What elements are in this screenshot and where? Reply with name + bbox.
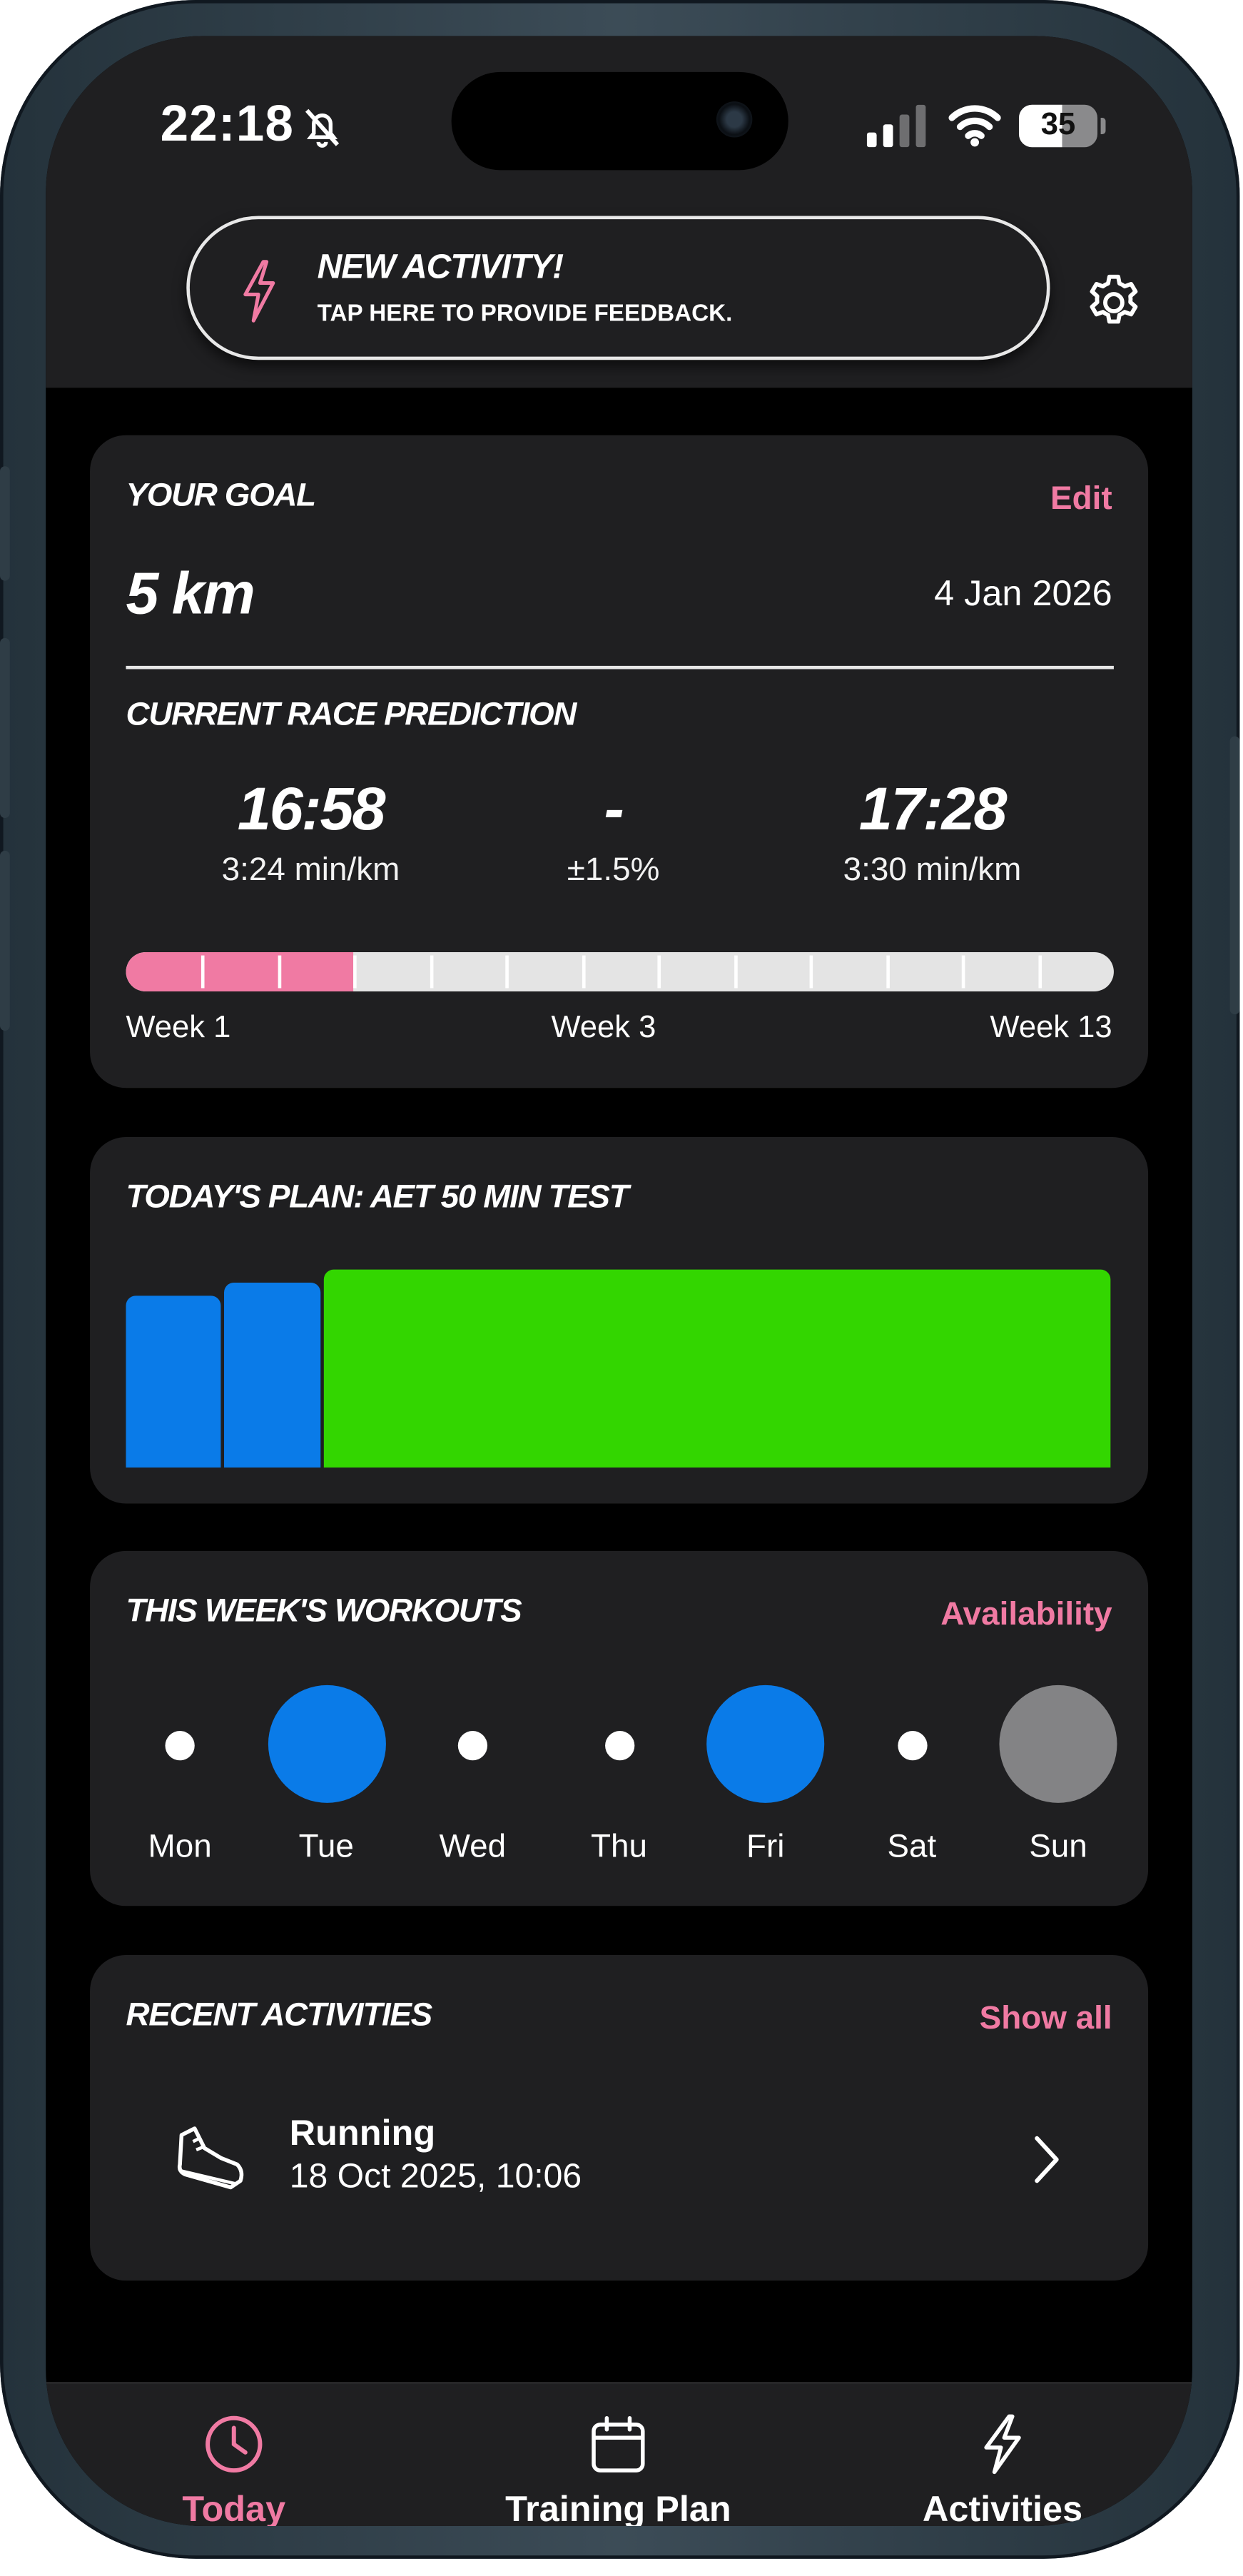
todays-plan-title: TODAY'S PLAN: AET 50 MIN TEST — [126, 1179, 629, 1216]
day-tue[interactable]: Tue — [261, 1679, 392, 1875]
day-label: Mon — [148, 1829, 212, 1865]
day-sun[interactable]: Sun — [993, 1679, 1123, 1875]
predicted-worst-time: 17:28 — [858, 775, 1008, 843]
activity-date: 18 Oct 2025, 10:06 — [289, 2158, 582, 2196]
day-sat[interactable]: Sat — [846, 1679, 977, 1875]
bolt-icon — [243, 260, 275, 323]
activity-name: Running — [289, 2112, 436, 2153]
bolt-icon — [984, 2414, 1021, 2475]
battery-indicator: 35 — [1018, 104, 1097, 148]
header-area: 22:18 35 NEW ACTIVITY! TAP HERE TO PROVI… — [46, 36, 1192, 388]
rest-day-dot — [457, 1731, 488, 1761]
availability-link[interactable]: Availability — [940, 1597, 1112, 1635]
day-fri[interactable]: Fri — [700, 1679, 831, 1875]
show-all-link[interactable]: Show all — [980, 2001, 1112, 2039]
predicted-worst-pace: 3:30 min/km — [843, 852, 1022, 889]
side-button — [0, 466, 10, 581]
dynamic-island — [451, 71, 788, 171]
workout-circle — [999, 1684, 1117, 1803]
rest-day-dot — [604, 1731, 634, 1761]
chevron-right-icon — [1035, 2136, 1059, 2183]
phone-screen: 22:18 35 NEW ACTIVITY! TAP HERE TO PROVI… — [46, 36, 1192, 2527]
day-thu[interactable]: Thu — [554, 1679, 684, 1875]
day-label: Thu — [591, 1829, 648, 1865]
day-label: Sat — [887, 1829, 937, 1865]
plan-segment-bar — [323, 1269, 1111, 1468]
plan-segment-bar — [126, 1295, 222, 1468]
prediction-separator: - — [604, 775, 624, 843]
divider — [126, 665, 1114, 670]
clock-icon — [206, 2415, 263, 2473]
cellular-signal-icon — [866, 104, 926, 148]
predicted-best-pace: 3:24 min/km — [221, 852, 400, 889]
side-button — [0, 637, 10, 819]
recent-activities-title: RECENT ACTIVITIES — [126, 1997, 432, 2034]
progress-tick — [353, 955, 357, 989]
prediction-title: CURRENT RACE PREDICTION — [126, 697, 577, 733]
plan-progress-fill — [126, 952, 353, 992]
status-time: 22:18 — [160, 94, 295, 153]
tab-label-training-plan: Training Plan — [505, 2488, 731, 2527]
progress-tick — [201, 955, 206, 989]
progress-tick — [734, 955, 738, 989]
progress-tick — [582, 955, 586, 989]
bottom-tab-bar: Today Training Plan Activities — [46, 2382, 1192, 2527]
plan-progress-bar — [126, 952, 1114, 992]
day-label: Wed — [439, 1829, 507, 1865]
this-week-card: THIS WEEK'S WORKOUTS Availability Mon Tue… — [90, 1550, 1149, 1906]
week-label-end: Week 13 — [990, 1011, 1112, 1046]
rest-day-dot — [897, 1731, 927, 1761]
progress-tick — [505, 955, 509, 989]
workout-circle — [706, 1684, 825, 1803]
tab-label-today: Today — [182, 2488, 286, 2527]
predicted-best-time: 16:58 — [237, 775, 386, 843]
side-button — [0, 850, 10, 1031]
this-week-title: THIS WEEK'S WORKOUTS — [126, 1593, 522, 1630]
progress-tick — [657, 955, 661, 989]
progress-tick — [886, 955, 890, 989]
todays-plan-card[interactable]: TODAY'S PLAN: AET 50 MIN TEST — [90, 1137, 1149, 1504]
wifi-icon — [948, 105, 1001, 147]
running-shoe-icon — [177, 2126, 244, 2190]
new-activity-banner[interactable]: NEW ACTIVITY! TAP HERE TO PROVIDE FEEDBA… — [186, 216, 1050, 360]
battery-nub — [1100, 118, 1106, 134]
camera-icon — [716, 101, 753, 138]
goal-distance: 5 km — [126, 559, 255, 627]
week-label-start: Week 1 — [126, 1011, 231, 1046]
progress-tick — [809, 955, 813, 989]
recent-activities-card: RECENT ACTIVITIES Show all Running 18 Oc… — [90, 1955, 1149, 2281]
edit-goal-link[interactable]: Edit — [1050, 481, 1112, 519]
progress-tick — [278, 955, 282, 989]
tab-activities[interactable]: Activities — [880, 2384, 1125, 2526]
week-label-current: Week 3 — [551, 1011, 656, 1046]
goal-title: YOUR GOAL — [126, 478, 316, 514]
tab-training-plan[interactable]: Training Plan — [447, 2384, 790, 2526]
progress-tick — [961, 955, 965, 989]
activity-row-running[interactable]: Running 18 Oct 2025, 10:06 — [90, 2093, 1148, 2240]
day-wed[interactable]: Wed — [407, 1679, 538, 1875]
day-mon[interactable]: Mon — [114, 1679, 245, 1875]
banner-title: NEW ACTIVITY! — [317, 248, 564, 287]
day-label: Tue — [298, 1829, 354, 1865]
day-label: Fri — [746, 1829, 785, 1865]
progress-tick — [430, 955, 434, 989]
rest-day-dot — [165, 1731, 195, 1761]
bell-slash-icon — [305, 108, 340, 148]
tab-today[interactable]: Today — [111, 2384, 357, 2526]
banner-subtitle: TAP HERE TO PROVIDE FEEDBACK. — [317, 300, 733, 328]
goal-date: 4 Jan 2026 — [934, 572, 1112, 614]
settings-gear-icon[interactable] — [1082, 271, 1145, 333]
side-button — [1229, 736, 1240, 1015]
goal-card: YOUR GOAL Edit 5 km 4 Jan 2026 CURRENT R… — [90, 435, 1149, 1089]
workout-circle — [267, 1684, 385, 1803]
plan-segment-bar — [224, 1283, 320, 1468]
prediction-margin: ±1.5% — [567, 852, 660, 889]
progress-tick — [1037, 955, 1041, 989]
calendar-icon — [592, 2415, 645, 2473]
tab-label-activities: Activities — [922, 2488, 1083, 2527]
day-label: Sun — [1029, 1829, 1087, 1865]
